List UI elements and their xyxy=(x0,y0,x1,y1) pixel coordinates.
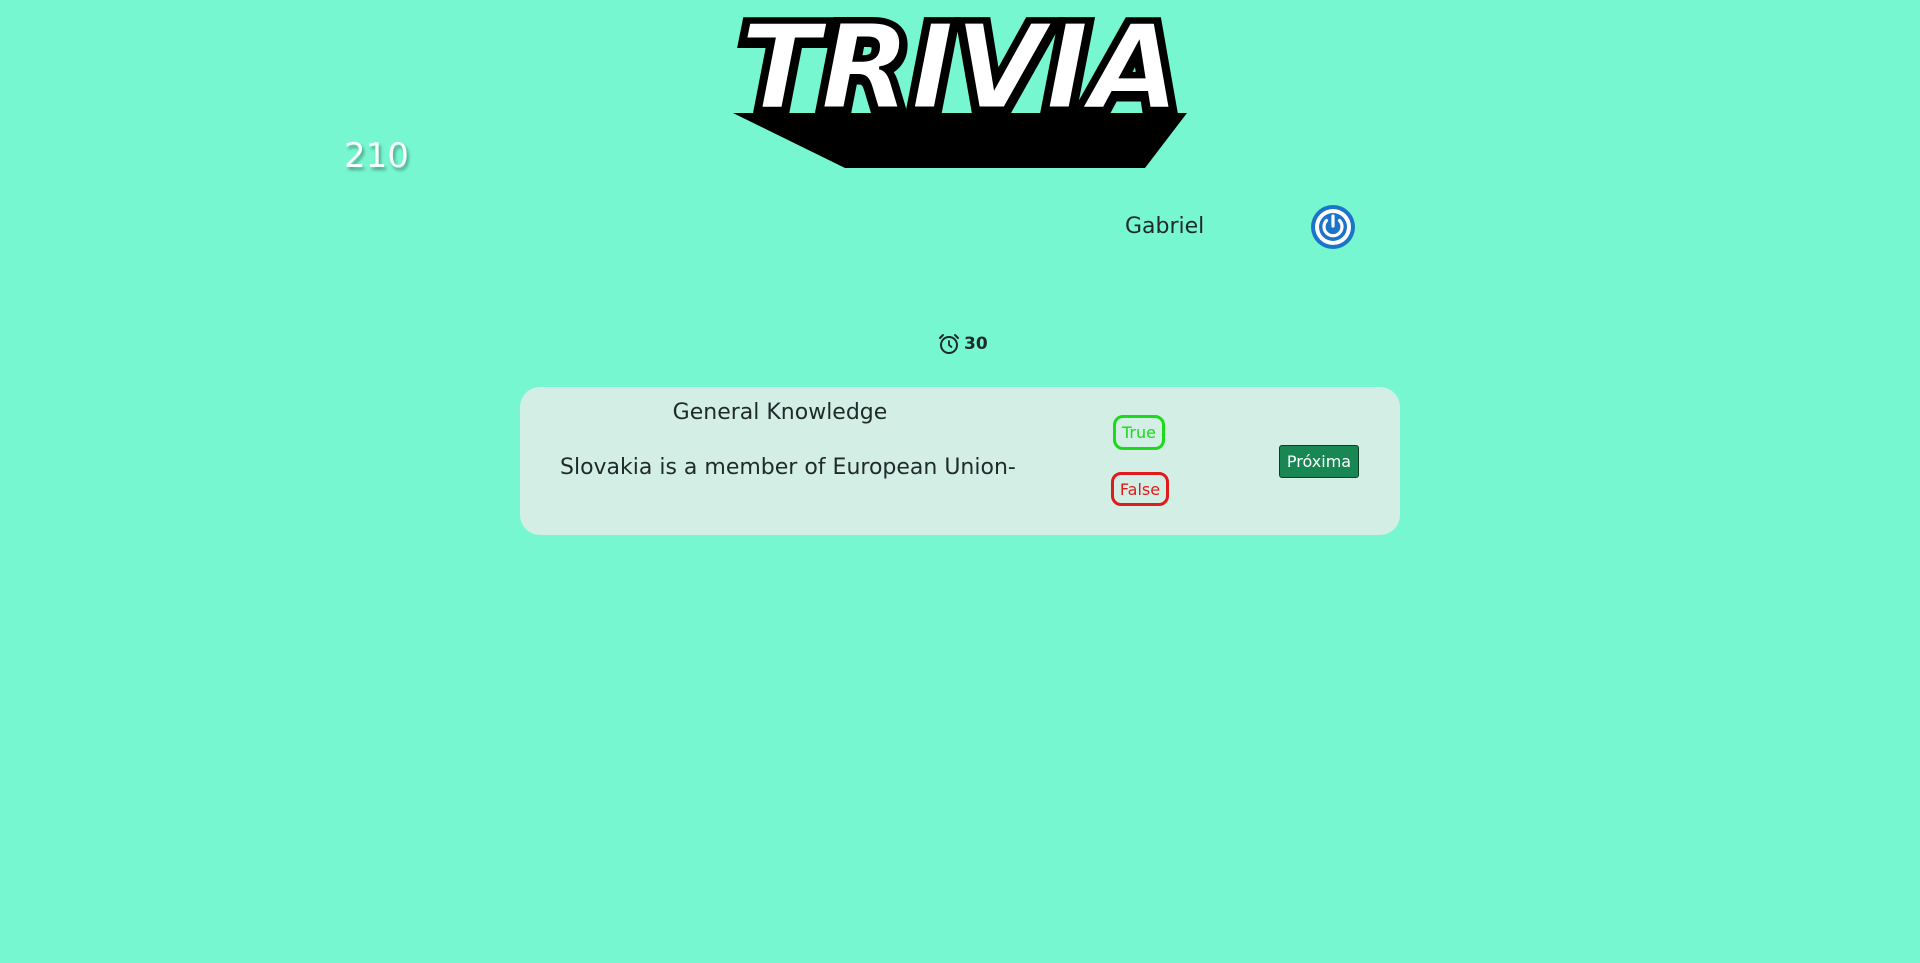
answer-false-button[interactable]: False xyxy=(1111,472,1169,506)
trivia-logo: TRIVIA TRIVIA xyxy=(725,8,1195,178)
answer-true-button[interactable]: True xyxy=(1113,415,1165,450)
question-card: General Knowledge Slovakia is a member o… xyxy=(520,387,1400,535)
power-icon xyxy=(1311,205,1355,249)
timer: 30 xyxy=(937,332,988,356)
logout-button[interactable] xyxy=(1310,204,1356,250)
next-question-button[interactable]: Próxima xyxy=(1279,445,1359,478)
question-text: Slovakia is a member of European Union- xyxy=(560,455,1016,480)
username-label: Gabriel xyxy=(1125,214,1205,239)
trivia-page: TRIVIA TRIVIA 210 Gabriel 30 General Kno… xyxy=(0,0,1920,963)
logo-text: TRIVIA xyxy=(740,8,1180,136)
question-category: General Knowledge xyxy=(672,400,888,425)
alarm-clock-icon xyxy=(939,334,959,354)
timer-value: 30 xyxy=(964,334,988,354)
score-value: 210 xyxy=(344,136,409,176)
